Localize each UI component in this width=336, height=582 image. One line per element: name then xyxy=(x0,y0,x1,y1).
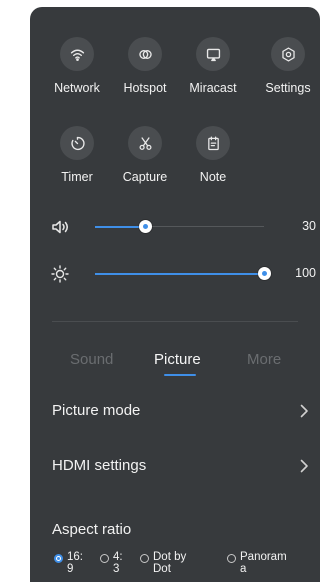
radio[interactable] xyxy=(227,554,236,563)
volume-slider-thumb[interactable] xyxy=(139,220,153,233)
note-button[interactable]: Note xyxy=(176,126,250,184)
aspect-option-label: Panoram xyxy=(240,551,287,563)
picture-mode-label: Picture mode xyxy=(52,402,141,419)
chevron-right-icon xyxy=(300,404,308,418)
network-label: Network xyxy=(54,81,100,95)
aspect-option-4-3[interactable]: 4: 3 xyxy=(100,551,123,575)
brightness-value: 100 xyxy=(295,266,316,280)
hotspot-icon xyxy=(138,49,152,59)
hotspot-button[interactable]: Hotspot xyxy=(108,37,182,95)
sun-icon xyxy=(51,265,69,283)
divider xyxy=(52,321,298,322)
capture-button[interactable]: Capture xyxy=(108,126,182,184)
wifi-icon xyxy=(70,49,84,61)
tab-picture[interactable]: Picture xyxy=(154,351,201,368)
timer-label: Timer xyxy=(61,170,93,184)
aspect-option-label: 9 xyxy=(67,563,74,575)
aspect-option-label: 4: xyxy=(113,551,123,563)
active-tab-indicator xyxy=(164,374,196,376)
aspect-option-dot-by-dot[interactable]: Dot by Dot xyxy=(140,551,186,575)
aspect-option-label: a xyxy=(240,563,247,575)
tab-sound[interactable]: Sound xyxy=(70,351,113,368)
picture-mode-row[interactable]: Picture mode xyxy=(52,400,310,424)
brightness-slider[interactable] xyxy=(95,267,271,280)
brightness-slider-row: 100 xyxy=(50,262,316,286)
aspect-option-label: Dot xyxy=(153,563,171,575)
radio-selected[interactable] xyxy=(54,554,63,563)
radio[interactable] xyxy=(100,554,109,563)
volume-slider[interactable] xyxy=(95,220,264,233)
chevron-right-icon xyxy=(300,459,308,473)
note-icon xyxy=(207,135,219,150)
scissors-icon xyxy=(139,136,151,150)
hdmi-settings-label: HDMI settings xyxy=(52,457,147,474)
gear-icon xyxy=(281,46,295,62)
timer-button[interactable]: Timer xyxy=(40,126,114,184)
tab-more[interactable]: More xyxy=(247,351,281,368)
settings-panel: Network Hotspot Miracast Settings Timer … xyxy=(30,7,320,582)
radio[interactable] xyxy=(140,554,149,563)
volume-slider-row: 30 xyxy=(50,215,316,239)
capture-label: Capture xyxy=(122,170,168,184)
aspect-option-panorama[interactable]: Panoram a xyxy=(227,551,287,575)
speaker-icon xyxy=(52,220,68,234)
timer-icon xyxy=(70,136,85,150)
settings-button[interactable]: Settings xyxy=(251,37,325,95)
cast-icon xyxy=(206,48,220,61)
volume-slider-fill xyxy=(95,225,146,228)
aspect-option-label: 16: xyxy=(67,551,83,563)
network-button[interactable]: Network xyxy=(40,37,114,95)
aspect-option-label: 3 xyxy=(113,563,120,575)
miracast-button[interactable]: Miracast xyxy=(176,37,250,95)
brightness-slider-thumb[interactable] xyxy=(257,267,271,280)
volume-value: 30 xyxy=(302,219,316,233)
hdmi-settings-row[interactable]: HDMI settings xyxy=(52,455,310,479)
settings-label: Settings xyxy=(265,81,311,95)
note-label: Note xyxy=(199,170,227,184)
aspect-option-label: Dot by xyxy=(153,551,187,563)
brightness-slider-fill xyxy=(95,272,264,275)
aspect-option-16-9[interactable]: 16: 9 xyxy=(54,551,83,575)
aspect-ratio-title: Aspect ratio xyxy=(52,521,132,538)
miracast-label: Miracast xyxy=(189,81,237,95)
hotspot-label: Hotspot xyxy=(123,81,167,95)
